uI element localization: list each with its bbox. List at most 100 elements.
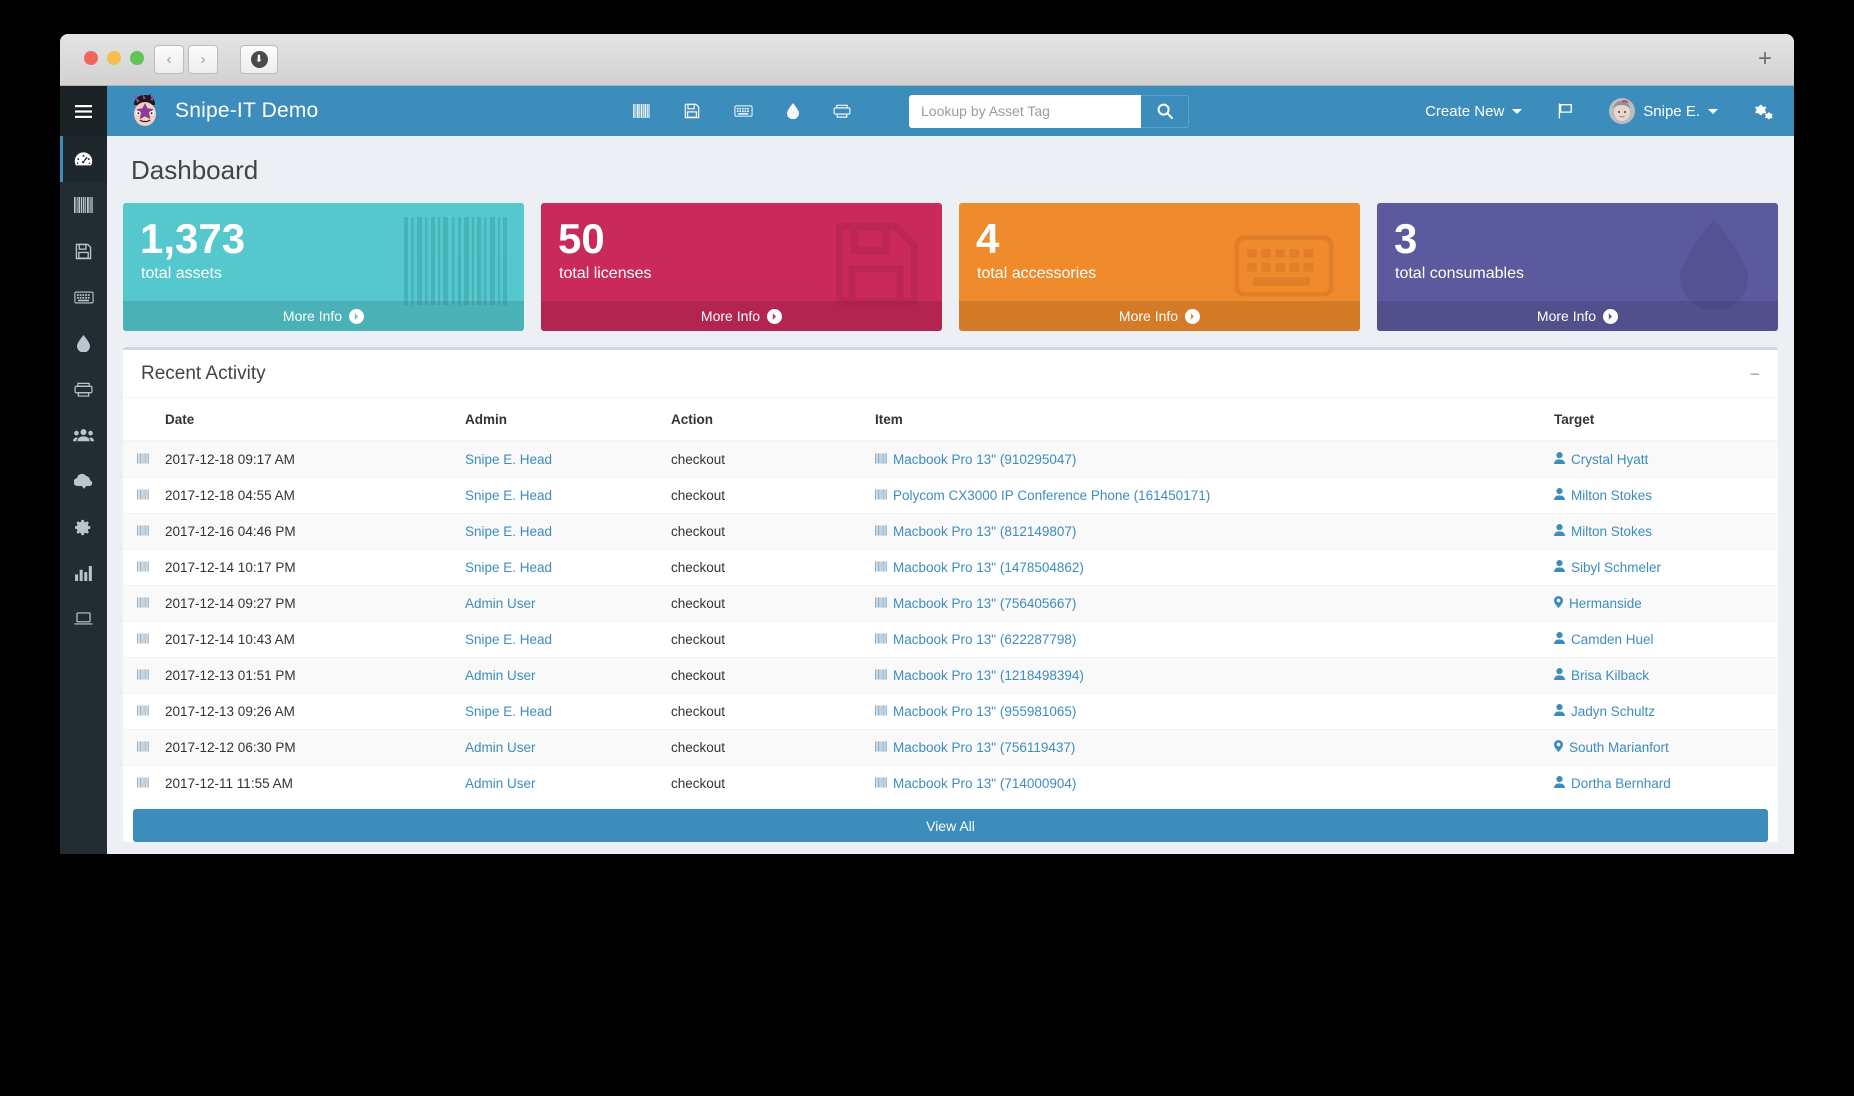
collapse-panel-button[interactable]: − xyxy=(1749,365,1760,383)
row-admin-link[interactable]: Snipe E. Head xyxy=(465,704,552,719)
sidebar-item-assets[interactable] xyxy=(60,182,107,228)
column-action: Action xyxy=(663,398,867,443)
user-icon xyxy=(1554,488,1565,503)
quick-assets-icon[interactable] xyxy=(633,104,650,118)
row-target-label: Milton Stokes xyxy=(1571,524,1653,540)
row-item-link[interactable]: Polycom CX3000 IP Conference Phone (1614… xyxy=(875,488,1210,503)
row-target-link[interactable]: Brisa Kilback xyxy=(1554,668,1649,683)
row-admin-link[interactable]: Admin User xyxy=(465,740,536,755)
language-flag-button[interactable] xyxy=(1540,86,1591,136)
sidebar-item-settings[interactable] xyxy=(60,504,107,550)
sidebar-item-reports[interactable] xyxy=(60,550,107,596)
user-menu[interactable]: Snipe E. xyxy=(1591,86,1736,136)
quick-accessories-icon[interactable] xyxy=(734,105,753,117)
sidebar-item-people[interactable] xyxy=(60,412,107,458)
quick-components-icon[interactable] xyxy=(833,104,851,118)
minimize-window-button[interactable] xyxy=(107,51,121,65)
search-input[interactable] xyxy=(909,94,1141,128)
row-target-link[interactable]: Jadyn Schultz xyxy=(1554,704,1655,719)
barcode-icon xyxy=(875,668,887,683)
download-icon: ⬇ xyxy=(250,51,268,68)
arrow-circle-right-icon xyxy=(1185,308,1201,324)
row-barcode-icon xyxy=(123,549,157,586)
sidebar-item-requestable[interactable] xyxy=(60,596,107,642)
chart-icon xyxy=(75,565,92,581)
quick-licenses-icon[interactable] xyxy=(684,103,700,119)
sidebar-item-dashboard[interactable] xyxy=(60,136,107,182)
laptop-icon xyxy=(74,612,93,625)
sidebar-item-accessories[interactable] xyxy=(60,274,107,320)
back-button[interactable]: ‹ xyxy=(154,45,184,74)
row-barcode-icon xyxy=(123,621,157,658)
row-item-link[interactable]: Macbook Pro 13" (756405667) xyxy=(875,596,1076,611)
map-marker-icon xyxy=(1554,596,1563,611)
content-column: Snipe-IT Demo Lookup by Asset Tag Create… xyxy=(107,86,1794,854)
row-target-link[interactable]: South Marianfort xyxy=(1554,740,1669,755)
row-admin-link[interactable]: Snipe E. Head xyxy=(465,560,552,575)
maximize-window-button[interactable] xyxy=(130,51,144,65)
new-tab-button[interactable]: + xyxy=(1758,47,1772,71)
row-admin-link[interactable]: Admin User xyxy=(465,668,536,683)
row-action: checkout xyxy=(663,693,867,730)
row-admin-link[interactable]: Admin User xyxy=(465,776,536,791)
row-target-link[interactable]: Hermanside xyxy=(1554,596,1642,611)
search-button[interactable] xyxy=(1141,94,1189,128)
row-target-link[interactable]: Camden Huel xyxy=(1554,632,1654,647)
sidebar-item-components[interactable] xyxy=(60,366,107,412)
recent-activity-table: Date Admin Action Item Target 2017-12-18… xyxy=(123,398,1778,802)
row-admin-link[interactable]: Snipe E. Head xyxy=(465,452,552,467)
row-item-link[interactable]: Macbook Pro 13" (714000904) xyxy=(875,776,1076,791)
row-date: 2017-12-13 09:26 AM xyxy=(157,693,457,730)
row-item-link[interactable]: Macbook Pro 13" (1478504862) xyxy=(875,560,1084,575)
row-admin-link[interactable]: Admin User xyxy=(465,596,536,611)
downloads-button[interactable]: ⬇ xyxy=(240,45,278,74)
create-new-dropdown[interactable]: Create New xyxy=(1407,86,1540,136)
row-item-link[interactable]: Macbook Pro 13" (1218498394) xyxy=(875,668,1084,683)
row-target-label: Sibyl Schmeler xyxy=(1571,560,1662,576)
row-target-link[interactable]: Milton Stokes xyxy=(1554,524,1652,539)
sidebar-menu-toggle[interactable] xyxy=(60,86,107,136)
table-row: 2017-12-18 09:17 AM Snipe E. Head checkout… xyxy=(123,440,1778,478)
quick-consumables-icon[interactable] xyxy=(787,103,799,119)
row-admin-link[interactable]: Snipe E. Head xyxy=(465,488,552,503)
table-header: Date Admin Action Item Target xyxy=(123,398,1778,443)
row-item-link[interactable]: Macbook Pro 13" (910295047) xyxy=(875,452,1076,467)
sidebar-item-import[interactable] xyxy=(60,458,107,504)
card-more-info-link[interactable]: More Info xyxy=(959,301,1360,332)
flag-icon xyxy=(1559,103,1573,119)
row-action: checkout xyxy=(663,549,867,586)
row-target-label: South Marianfort xyxy=(1569,740,1669,756)
barcode-icon xyxy=(74,197,93,213)
row-item-link[interactable]: Macbook Pro 13" (756119437) xyxy=(875,740,1075,755)
row-barcode-icon xyxy=(123,765,157,802)
row-item-label: Polycom CX3000 IP Conference Phone (1614… xyxy=(893,488,1211,504)
browser-window: ‹ › ⬇ + Snipe-IT Demo Lookup by Asset Ta… xyxy=(60,34,1794,854)
row-target-link[interactable]: Milton Stokes xyxy=(1554,488,1652,503)
row-date: 2017-12-14 10:43 AM xyxy=(157,621,457,658)
close-window-button[interactable] xyxy=(84,51,98,65)
row-target-link[interactable]: Crystal Hyatt xyxy=(1554,452,1648,467)
user-icon xyxy=(1554,452,1565,467)
sidebar-item-licenses[interactable] xyxy=(60,228,107,274)
gear-icon xyxy=(75,519,91,535)
search-icon xyxy=(1157,103,1173,119)
row-target-link[interactable]: Dortha Bernhard xyxy=(1554,776,1671,791)
row-date: 2017-12-18 09:17 AM xyxy=(157,440,457,478)
row-item-link[interactable]: Macbook Pro 13" (955981065) xyxy=(875,704,1076,719)
row-item-link[interactable]: Macbook Pro 13" (812149807) xyxy=(875,524,1076,539)
row-admin-link[interactable]: Snipe E. Head xyxy=(465,524,552,539)
settings-button[interactable] xyxy=(1736,86,1778,136)
view-all-button[interactable]: View All xyxy=(133,809,1768,843)
row-action: checkout xyxy=(663,621,867,658)
forward-button[interactable]: › xyxy=(188,45,218,74)
row-date: 2017-12-14 10:17 PM xyxy=(157,549,457,586)
row-barcode-icon xyxy=(123,693,157,730)
users-icon xyxy=(73,429,94,442)
row-item-link[interactable]: Macbook Pro 13" (622287798) xyxy=(875,632,1076,647)
recent-activity-header: Recent Activity − xyxy=(123,350,1778,399)
sidebar-item-consumables[interactable] xyxy=(60,320,107,366)
row-admin-link[interactable]: Snipe E. Head xyxy=(465,632,552,647)
brand[interactable]: Snipe-IT Demo xyxy=(107,94,437,128)
row-target-link[interactable]: Sibyl Schmeler xyxy=(1554,560,1661,575)
row-date: 2017-12-11 11:55 AM xyxy=(157,765,457,802)
